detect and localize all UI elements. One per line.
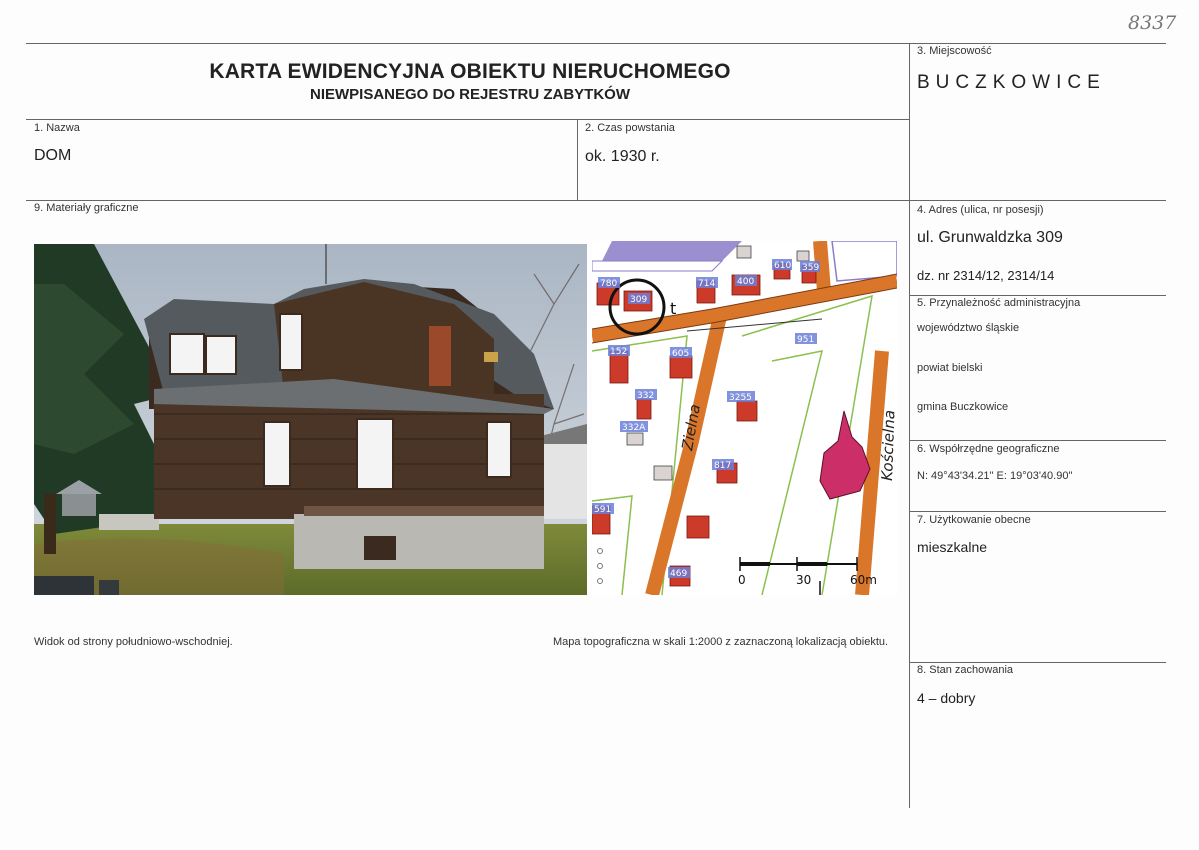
map-label-152: 152 [610, 347, 627, 357]
value-plots: dz. nr 2314/12, 2314/14 [917, 268, 1055, 283]
map-label-309: 309 [630, 295, 647, 305]
map-label-951: 951 [797, 335, 814, 345]
row1-bottom-border [26, 200, 1166, 201]
label-admin: 5. Przynależność administracyjna [917, 297, 1081, 309]
map-label-469: 469 [670, 569, 687, 579]
map-scale-0: 0 [738, 573, 746, 587]
value-adres: ul. Grunwaldzka 309 [917, 229, 1063, 246]
right-line-6 [909, 440, 1166, 441]
map-caption: Mapa topograficzna w skali 1:2000 z zazn… [553, 636, 889, 648]
right-line-5 [909, 295, 1166, 296]
label-nazwa: 1. Nazwa [34, 122, 80, 134]
label-adres: 4. Adres (ulica, nr posesji) [917, 204, 1044, 216]
handwritten-number: 8337 [1128, 12, 1177, 34]
value-czas: ok. 1930 r. [585, 148, 660, 165]
map-label-332: 332 [637, 391, 654, 401]
value-gmina: gmina Buczkowice [917, 401, 1009, 413]
value-miejscowosc: BUCZKOWICE [917, 72, 1106, 93]
map-label-780: 780 [600, 279, 617, 289]
label-miejscowosc: 3. Miejscowość [917, 45, 992, 57]
label-czas: 2. Czas powstania [585, 122, 675, 134]
label-stan: 8. Stan zachowania [917, 664, 1014, 676]
label-wspolrzedne: 6. Współrzędne geograficzne [917, 443, 1060, 455]
document-title: KARTA EWIDENCYJNA OBIEKTU NIERUCHOMEGO [209, 60, 731, 83]
map-label-332A: 332A [622, 423, 646, 433]
map-street-koscielna: Kościelna [878, 410, 897, 481]
map-label-605: 605 [672, 349, 689, 359]
right-line-8 [909, 662, 1166, 663]
map-label-591: 591 [594, 505, 611, 515]
right-line-7 [909, 511, 1166, 512]
topographic-map: 780 309 714 400 610 359 152 605 332 332A… [592, 241, 897, 595]
map-marker-letter: t [670, 299, 676, 318]
map-label-714: 714 [698, 279, 715, 289]
value-nazwa: DOM [34, 147, 72, 164]
map-scale-30: 30 [796, 573, 811, 587]
value-wojewodztwo: województwo śląskie [917, 322, 1020, 334]
value-stan: 4 – dobry [917, 690, 976, 706]
title-bottom-border [26, 119, 909, 120]
top-border [26, 43, 1166, 44]
divider-name-time [577, 119, 578, 201]
map-label-610: 610 [774, 261, 791, 271]
value-powiat: powiat bielski [917, 362, 983, 374]
label-uzytkowanie: 7. Użytkowanie obecne [917, 514, 1031, 526]
photo-caption: Widok od strony południowo-wschodniej. [34, 636, 233, 648]
map-label-400: 400 [737, 277, 754, 287]
map-scale-60: 60m [850, 573, 877, 587]
value-uzytkowanie: mieszkalne [917, 539, 988, 555]
house-photo [34, 244, 587, 595]
document-subtitle: NIEWPISANEGO DO REJESTRU ZABYTKÓW [309, 86, 631, 103]
map-label-359: 359 [802, 263, 819, 273]
map-label-817: 817 [714, 461, 731, 471]
value-wspolrzedne: N: 49°43'34.21" E: 19°03'40.90" [917, 470, 1073, 482]
divider-main-right [909, 43, 910, 808]
label-materialy: 9. Materiały graficzne [34, 202, 139, 214]
map-label-3255: 3255 [729, 393, 752, 403]
